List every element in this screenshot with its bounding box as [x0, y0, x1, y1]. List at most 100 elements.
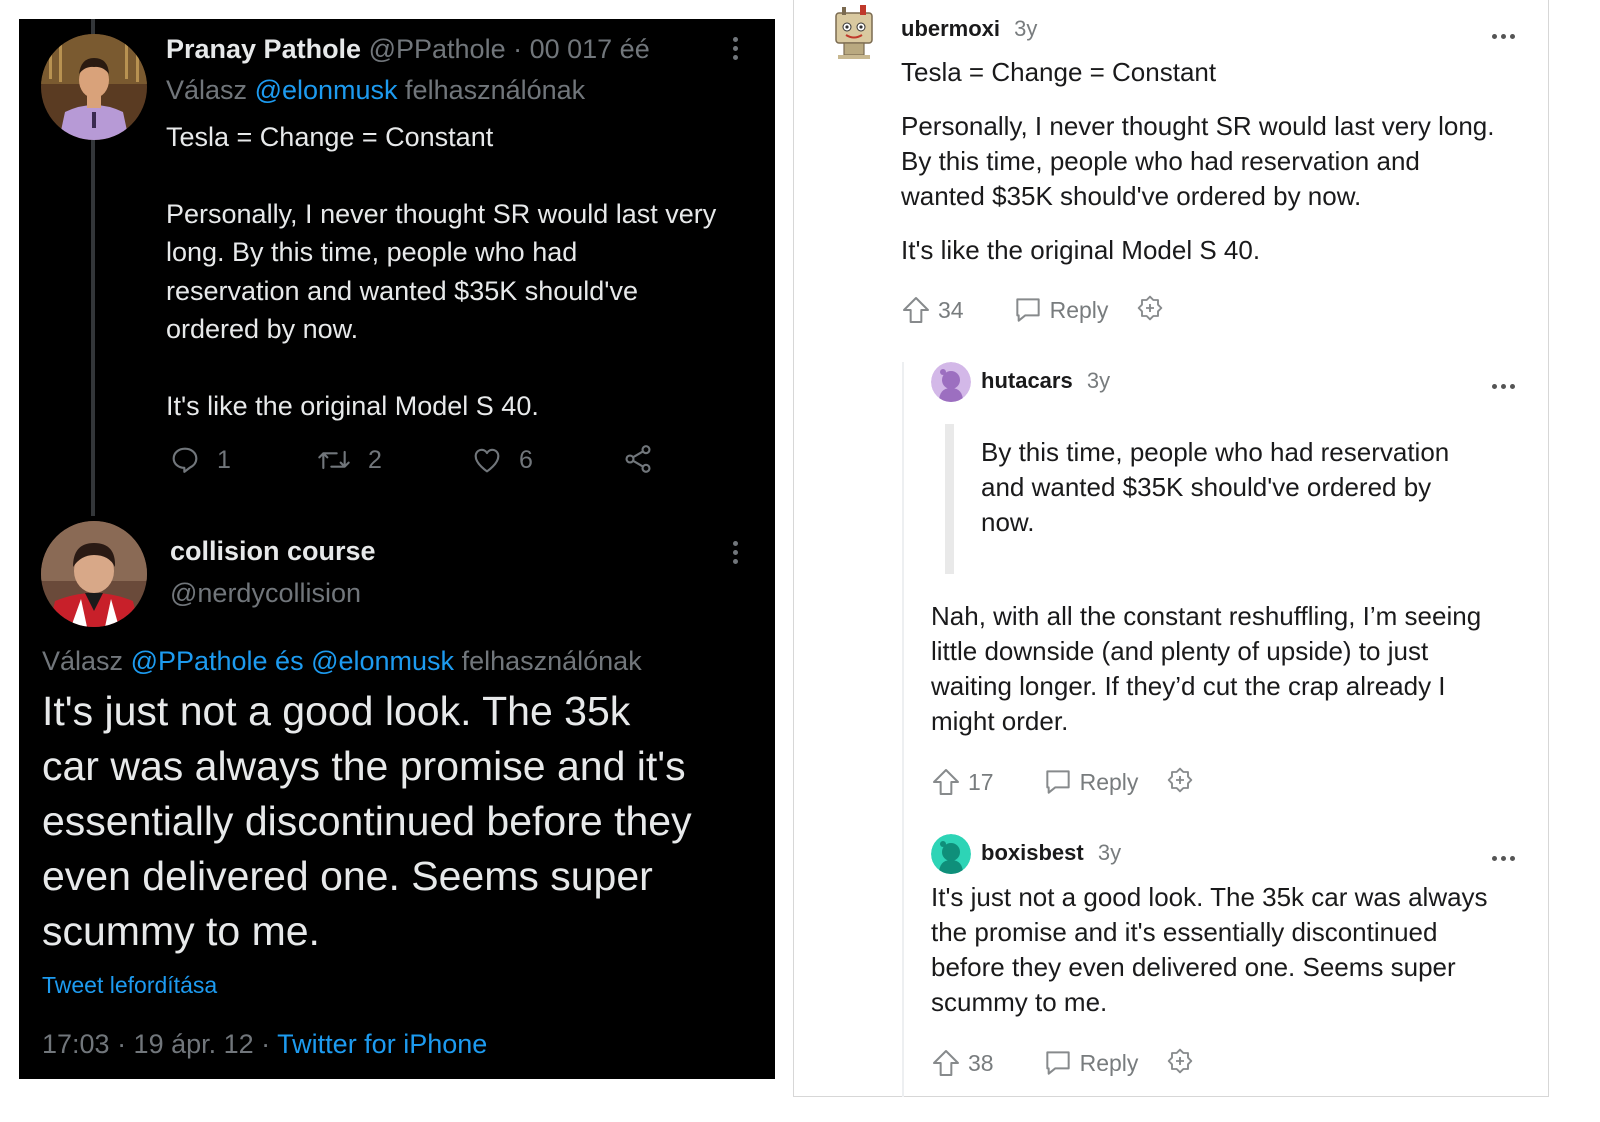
comment-line: waiting longer. If they’d cut the crap a…: [931, 671, 1446, 701]
reply-context: Válasz @PPathole és @elonmusk felhasznál…: [42, 646, 642, 677]
comment-header: hutacars 3y: [981, 368, 1110, 394]
vote-count: 38: [968, 1049, 994, 1076]
reply-prefix: Válasz: [42, 646, 124, 676]
reply-prefix: Válasz: [166, 75, 248, 105]
author-handle[interactable]: @PPathole: [369, 34, 506, 64]
tweet-line: Tesla = Change = Constant: [166, 122, 494, 152]
like-count: 6: [519, 445, 533, 474]
tweet2-body: It's just not a good look. The 35k car w…: [42, 684, 692, 959]
comment-line: scummy to me.: [931, 987, 1108, 1017]
username[interactable]: ubermoxi: [901, 16, 1000, 41]
comment3-actions: 38 Reply: [930, 1045, 1196, 1081]
comment3-body: It's just not a good look. The 35k car w…: [931, 880, 1488, 1020]
share-icon: [625, 445, 651, 473]
avatar-collision-course[interactable]: [41, 521, 147, 627]
tweet1-body: Tesla = Change = Constant Personally, I …: [166, 118, 716, 425]
comment1-body: Tesla = Change = Constant Personally, I …: [901, 55, 1495, 268]
comment-line: wanted $35K should've ordered by now.: [901, 181, 1362, 211]
upvote-icon[interactable]: [930, 766, 962, 798]
reply-action[interactable]: 1: [169, 443, 231, 477]
reply-button[interactable]: Reply: [1050, 297, 1109, 324]
more-options-icon[interactable]: [733, 37, 739, 64]
more-options-icon[interactable]: [733, 541, 739, 568]
tweet-line: car was always the promise and it's: [42, 743, 686, 789]
more-options-icon[interactable]: [1492, 376, 1519, 389]
author-name[interactable]: Pranay Pathole: [166, 34, 361, 64]
comment2-actions: 17 Reply: [930, 764, 1196, 800]
tweet1-header: Pranay Pathole @PPathole · 00 017 éé: [166, 34, 650, 68]
reply-count: 1: [217, 445, 231, 474]
comment-line: It's just not a good look. The 35k car w…: [931, 882, 1488, 912]
username[interactable]: hutacars: [981, 368, 1073, 393]
comment-line: It's like the original Model S 40.: [901, 235, 1261, 265]
reply-handle-link[interactable]: @elonmusk: [255, 75, 398, 105]
avatar-pranay[interactable]: [41, 34, 147, 140]
comment-line: Personally, I never thought SR would las…: [901, 111, 1495, 141]
translate-tweet-link[interactable]: Tweet lefordítása: [42, 972, 217, 999]
award-icon[interactable]: [1134, 294, 1166, 326]
tweet-line: even delivered one. Seems super: [42, 853, 653, 899]
author-name[interactable]: collision course: [170, 536, 376, 567]
award-icon[interactable]: [1164, 1047, 1196, 1079]
quote-line: and wanted $35K should've ordered by: [981, 472, 1432, 502]
reddit-screenshot: ubermoxi 3y Tesla = Change = Constant Pe…: [793, 0, 1549, 1097]
more-options-icon[interactable]: [1492, 848, 1519, 861]
author-handle[interactable]: @nerdycollision: [170, 578, 361, 609]
tweet-line: It's just not a good look. The 35k: [42, 688, 631, 734]
comment-line: Nah, with all the constant reshuffling, …: [931, 601, 1482, 631]
source-link[interactable]: Twitter for iPhone: [277, 1029, 487, 1059]
tweet-line: ordered by now.: [166, 314, 359, 344]
tweet-line: scummy to me.: [42, 908, 320, 954]
comment1-actions: 34 Reply: [900, 292, 1166, 328]
more-options-icon[interactable]: [1492, 26, 1519, 39]
comment-header: boxisbest 3y: [981, 840, 1121, 866]
reply-icon[interactable]: [1042, 1047, 1074, 1079]
comment-line: before they even delivered one. Seems su…: [931, 952, 1456, 982]
tweet-line: long. By this time, people who had: [166, 237, 578, 267]
avatar-ubermoxi[interactable]: [830, 3, 878, 61]
reply-icon[interactable]: [1042, 766, 1074, 798]
tweet-footer: 17:03 · 19 ápr. 12 · Twitter for iPhone: [42, 1029, 487, 1060]
comment-header: ubermoxi 3y: [901, 16, 1037, 42]
timestamp[interactable]: 17:03 · 19 ápr. 12 ·: [42, 1029, 270, 1059]
retweet-icon: [318, 450, 350, 470]
reply-context: Válasz @elonmusk felhasználónak: [166, 75, 585, 106]
retweet-count: 2: [368, 445, 382, 474]
reply-suffix: felhasználónak: [461, 646, 642, 676]
comment-line: By this time, people who had reservation…: [901, 146, 1420, 176]
blockquote-bar: [945, 424, 954, 574]
tweet-line: Personally, I never thought SR would las…: [166, 198, 717, 229]
comment-age: 3y: [1097, 840, 1122, 865]
quote-line: now.: [981, 507, 1035, 537]
reply-button[interactable]: Reply: [1080, 1050, 1139, 1077]
tweet-meta: · 00 017 éé: [513, 34, 650, 64]
tweet-line: reservation and wanted $35K should've: [166, 275, 638, 306]
comment-age: 3y: [1014, 16, 1038, 41]
upvote-icon[interactable]: [900, 294, 932, 326]
reply-icon[interactable]: [1012, 294, 1044, 326]
avatar-hutacars[interactable]: [931, 362, 971, 402]
share-action[interactable]: [622, 443, 654, 480]
reply-icon: [172, 447, 198, 473]
quote-line: By this time, people who had reservation: [981, 437, 1450, 467]
reply-button[interactable]: Reply: [1080, 769, 1139, 796]
vote-count: 34: [938, 296, 964, 323]
retweet-action[interactable]: 2: [316, 443, 382, 477]
reply-handles-link[interactable]: @PPathole és @elonmusk: [131, 646, 454, 676]
award-icon[interactable]: [1164, 766, 1196, 798]
reply-suffix: felhasználónak: [405, 75, 586, 105]
tweet-line: It's like the original Model S 40.: [166, 390, 539, 421]
heart-icon: [474, 448, 500, 473]
comment-age: 3y: [1086, 368, 1111, 393]
like-action[interactable]: 6: [471, 443, 533, 477]
comment-line: little downside (and plenty of upside) t…: [931, 636, 1429, 666]
upvote-icon[interactable]: [930, 1047, 962, 1079]
thread-line: [902, 362, 904, 1097]
tweet-line: essentially discontinued before they: [42, 798, 692, 844]
username[interactable]: boxisbest: [981, 840, 1084, 865]
comment2-body: Nah, with all the constant reshuffling, …: [931, 599, 1481, 739]
comment-line: Tesla = Change = Constant: [901, 57, 1217, 87]
avatar-boxisbest[interactable]: [931, 834, 971, 874]
comment-line: might order.: [931, 706, 1069, 736]
comment-line: the promise and it's essentially discont…: [931, 917, 1438, 947]
